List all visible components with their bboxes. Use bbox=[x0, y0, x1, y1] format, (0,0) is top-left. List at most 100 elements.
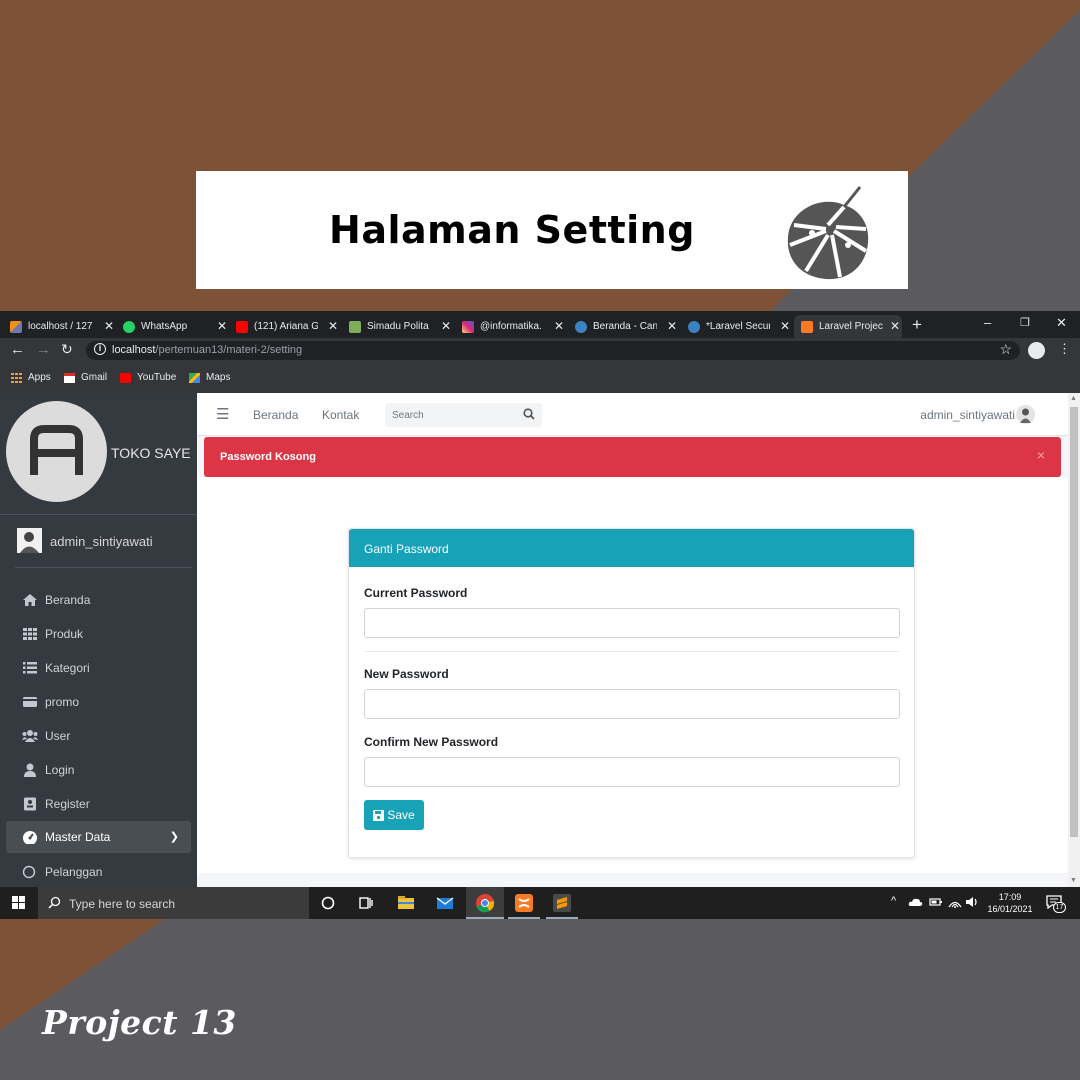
xampp-icon bbox=[801, 320, 813, 333]
new-password-field[interactable] bbox=[364, 689, 900, 719]
browser-tab-active[interactable]: Laravel Project ✕ bbox=[794, 315, 902, 338]
url-field[interactable]: i localhost/pertemuan13/materi-2/setting… bbox=[86, 341, 1020, 360]
restore-icon[interactable]: ❐ bbox=[1020, 316, 1030, 329]
hamburger-menu-icon[interactable]: ☰ bbox=[216, 405, 229, 423]
browser-tab[interactable]: @informatika. ✕ bbox=[462, 315, 566, 338]
users-icon bbox=[22, 730, 38, 742]
close-tab-icon[interactable]: ✕ bbox=[217, 319, 227, 333]
scroll-down-icon[interactable]: ▼ bbox=[1070, 877, 1077, 884]
tray-chevron-up-icon[interactable]: ^ bbox=[891, 895, 896, 907]
volume-icon[interactable] bbox=[965, 896, 979, 908]
task-view-icon[interactable] bbox=[356, 893, 376, 913]
taskbar-chrome-active[interactable] bbox=[466, 887, 504, 919]
new-tab-icon[interactable]: + bbox=[912, 315, 922, 335]
close-tab-icon[interactable]: ✕ bbox=[328, 319, 338, 333]
brand-logo bbox=[6, 401, 107, 502]
change-password-card: Ganti Password Current Password New Pass… bbox=[348, 528, 915, 858]
bookmark-star-icon[interactable]: ☆ bbox=[999, 341, 1012, 358]
navbar-username[interactable]: admin_sintiyawati bbox=[920, 408, 1015, 422]
reload-icon[interactable]: ↻ bbox=[61, 341, 73, 358]
browser-tab-strip: localhost / 127 ✕ WhatsApp ✕ (121) Arian… bbox=[0, 311, 1080, 338]
sidebar-item-master-data[interactable]: Master Data ❯ bbox=[6, 821, 191, 853]
browser-tab[interactable]: (121) Ariana G ✕ bbox=[236, 315, 340, 338]
taskbar-search[interactable]: Type here to search bbox=[38, 887, 309, 919]
bookmark-gmail[interactable]: Gmail bbox=[64, 372, 107, 383]
profile-avatar-icon[interactable] bbox=[1028, 342, 1045, 359]
current-password-field[interactable] bbox=[364, 608, 900, 638]
brand-a-icon bbox=[30, 425, 83, 475]
search-icon[interactable] bbox=[523, 408, 535, 420]
close-tab-icon[interactable]: ✕ bbox=[780, 319, 790, 333]
sidebar-item-beranda[interactable]: Beranda bbox=[0, 583, 197, 617]
canva-icon bbox=[575, 320, 587, 333]
alert-message: Password Kosong bbox=[220, 451, 316, 463]
browser-tab[interactable]: Simadu Polita ✕ bbox=[349, 315, 453, 338]
mail-icon[interactable] bbox=[435, 893, 455, 913]
browser-tab[interactable]: WhatsApp ✕ bbox=[123, 315, 229, 338]
cortana-icon[interactable] bbox=[318, 893, 338, 913]
confirm-password-field[interactable] bbox=[364, 757, 900, 787]
browser-tab[interactable]: *Laravel Secur ✕ bbox=[688, 315, 792, 338]
chevron-down-icon[interactable]: ❯ bbox=[170, 830, 179, 843]
nav-link-beranda[interactable]: Beranda bbox=[253, 408, 298, 422]
scrollbar-thumb[interactable] bbox=[1070, 407, 1078, 837]
system-clock[interactable]: 17:09 16/01/2021 bbox=[985, 891, 1035, 915]
close-tab-icon[interactable]: ✕ bbox=[104, 319, 114, 333]
taskbar-xampp[interactable] bbox=[508, 887, 540, 919]
back-icon[interactable]: ← bbox=[10, 341, 25, 358]
apps-grid-icon bbox=[11, 372, 22, 383]
poster-footer: Project 13 bbox=[42, 1003, 237, 1042]
main-content: ☰ Beranda Kontak admin_sintiyawati Passw… bbox=[197, 393, 1068, 887]
menu-kebab-icon[interactable]: ⋮ bbox=[1058, 341, 1071, 357]
forward-icon[interactable]: → bbox=[36, 341, 51, 358]
close-tab-icon[interactable]: ✕ bbox=[890, 319, 900, 333]
windows-start-icon[interactable] bbox=[12, 896, 25, 909]
wifi-icon[interactable] bbox=[948, 896, 962, 908]
onedrive-icon[interactable] bbox=[908, 896, 923, 908]
sidebar-item-register[interactable]: Register bbox=[0, 787, 197, 821]
browser-tab[interactable]: Beranda - Can ✕ bbox=[575, 315, 679, 338]
search-input[interactable] bbox=[385, 403, 515, 427]
scroll-up-icon[interactable]: ▲ bbox=[1070, 395, 1077, 402]
window-close-icon[interactable]: ✕ bbox=[1056, 315, 1067, 331]
browser-screenshot: localhost / 127 ✕ WhatsApp ✕ (121) Arian… bbox=[0, 311, 1080, 919]
home-icon bbox=[23, 594, 37, 606]
close-tab-icon[interactable]: ✕ bbox=[667, 319, 677, 333]
info-icon[interactable]: i bbox=[94, 343, 106, 355]
taskbar-sublime[interactable] bbox=[546, 887, 578, 919]
sidebar-username: admin_sintiyawati bbox=[50, 534, 153, 549]
current-password-label: Current Password bbox=[364, 586, 468, 600]
content-area: Ganti Password Current Password New Pass… bbox=[197, 477, 1068, 873]
browser-tab[interactable]: localhost / 127 ✕ bbox=[10, 315, 116, 338]
close-tab-icon[interactable]: ✕ bbox=[441, 319, 451, 333]
save-button[interactable]: Save bbox=[364, 800, 424, 830]
sidebar-item-login[interactable]: Login bbox=[0, 753, 197, 787]
sidebar-item-kategori[interactable]: Kategori bbox=[0, 651, 197, 685]
bookmark-maps[interactable]: Maps bbox=[189, 372, 230, 383]
youtube-icon bbox=[236, 320, 248, 333]
sublime-text-icon bbox=[553, 894, 571, 912]
sidebar-item-produk[interactable]: Produk bbox=[0, 617, 197, 651]
sidebar-item-user[interactable]: User bbox=[0, 719, 197, 753]
action-center-icon[interactable]: 17 bbox=[1046, 895, 1066, 913]
battery-icon[interactable] bbox=[929, 897, 943, 907]
bookmark-apps[interactable]: Apps bbox=[11, 372, 51, 383]
sidebar-item-promo[interactable]: promo bbox=[0, 685, 197, 719]
sidebar-item-pelanggan[interactable]: Pelanggan bbox=[0, 855, 197, 889]
page-scrollbar[interactable]: ▲ ▼ bbox=[1068, 393, 1080, 887]
avatar[interactable] bbox=[1016, 405, 1035, 424]
file-explorer-icon[interactable] bbox=[396, 893, 416, 913]
card-header: Ganti Password bbox=[349, 529, 914, 567]
close-tab-icon[interactable]: ✕ bbox=[554, 319, 564, 333]
minimize-icon[interactable]: – bbox=[984, 315, 991, 330]
gmail-icon bbox=[64, 372, 75, 383]
brand-link[interactable]: TOKO SAYE bbox=[0, 393, 197, 515]
maps-icon bbox=[189, 372, 200, 383]
bookmark-youtube[interactable]: YouTube bbox=[120, 372, 176, 383]
bookmarks-bar: Apps Gmail YouTube Maps bbox=[0, 363, 1080, 393]
circle-icon bbox=[22, 865, 36, 879]
alert-close-icon[interactable]: × bbox=[1037, 447, 1045, 463]
new-password-label: New Password bbox=[364, 667, 449, 681]
nav-link-kontak[interactable]: Kontak bbox=[322, 408, 359, 422]
user-panel[interactable]: admin_sintiyawati bbox=[15, 515, 192, 568]
